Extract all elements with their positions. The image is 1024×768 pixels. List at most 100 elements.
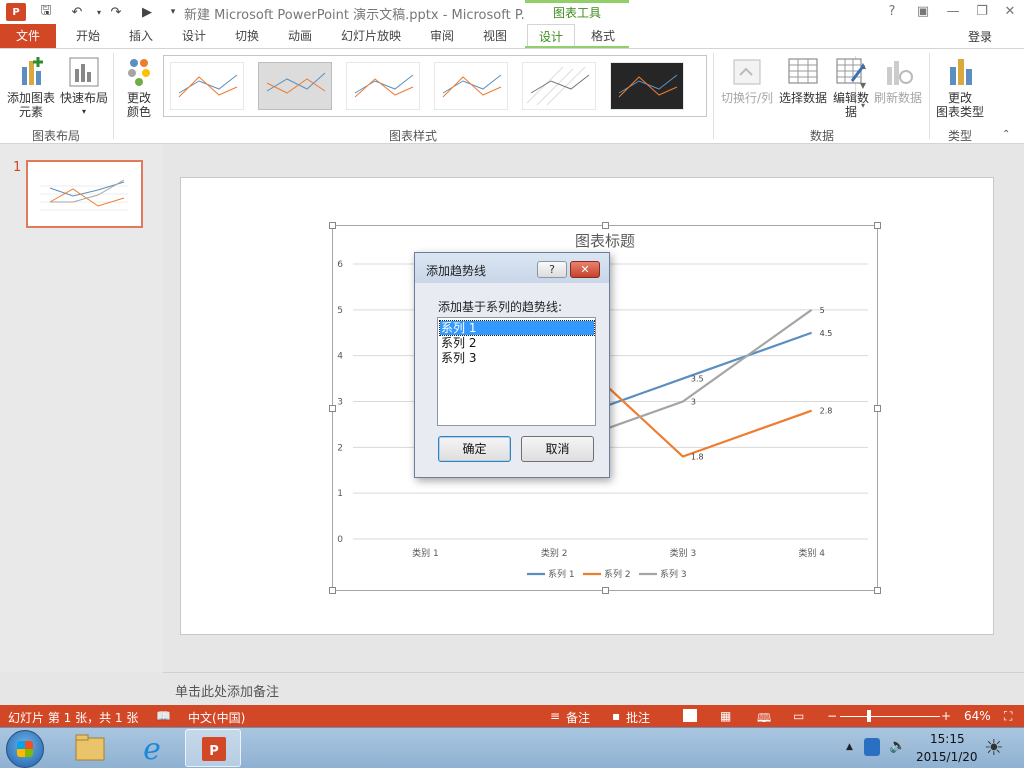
chart-style-2[interactable] <box>258 62 332 110</box>
tab-transitions[interactable]: 切换 <box>225 24 269 48</box>
tab-animations[interactable]: 动画 <box>278 24 322 48</box>
help-icon[interactable]: ? <box>880 2 904 22</box>
series-list-item[interactable]: 系列 3 <box>440 351 594 365</box>
powerpoint-taskbar-icon[interactable]: P <box>185 729 241 767</box>
normal-view-icon[interactable] <box>683 709 697 722</box>
volume-icon[interactable]: 🔊 <box>889 738 906 754</box>
add-chart-element-button[interactable]: 添加图表 元素 <box>4 55 58 119</box>
change-colors-button[interactable]: 更改 颜色 <box>118 55 160 119</box>
notes-pane[interactable]: 单击此处添加备注 <box>163 672 1024 705</box>
clock-time[interactable]: 15:15 <box>930 732 965 746</box>
ribbon-display-options-icon[interactable]: ▣ <box>911 2 935 22</box>
tab-design[interactable]: 设计 <box>172 24 216 48</box>
zoom-out-icon[interactable]: − <box>827 709 837 723</box>
resize-handle[interactable] <box>874 405 881 412</box>
internet-explorer-icon[interactable]: e <box>124 729 180 767</box>
quick-layout-dropdown-icon: ▾ <box>81 107 86 116</box>
resize-handle[interactable] <box>329 222 336 229</box>
tab-insert[interactable]: 插入 <box>118 24 164 48</box>
data-label[interactable]: 3 <box>691 398 696 407</box>
security-shield-icon[interactable] <box>864 738 880 756</box>
status-bar: 幻灯片 第 1 张，共 1 张 📖 中文(中国) ≡ 备注 ▪ 批注 ▦ 🕮 ▭… <box>0 705 1024 727</box>
tab-slideshow[interactable]: 幻灯片放映 <box>333 24 409 48</box>
quick-layout-button[interactable]: 快速布局 ▾ <box>58 55 110 119</box>
slide-sorter-icon[interactable]: ▦ <box>720 709 731 723</box>
resize-handle[interactable] <box>602 222 609 229</box>
tab-chart-format[interactable]: 格式 <box>580 24 626 48</box>
language-status[interactable]: 中文(中国) <box>188 709 245 726</box>
collapse-ribbon-icon[interactable]: ⌃ <box>1002 129 1010 140</box>
change-chart-type-label-2: 图表类型 <box>935 105 984 119</box>
show-hidden-icons-icon[interactable]: ▲ <box>846 742 853 752</box>
comments-icon: ▪ <box>612 709 621 723</box>
resize-handle[interactable] <box>874 587 881 594</box>
chart-legend[interactable]: 系列 1 系列 2 系列 3 <box>527 568 687 580</box>
zoom-slider-thumb[interactable] <box>867 710 871 722</box>
switch-row-column-button[interactable]: 切换行/列 <box>718 55 776 105</box>
file-explorer-icon[interactable] <box>62 729 118 767</box>
tab-file[interactable]: 文件 <box>0 24 56 48</box>
minimize-icon[interactable]: — <box>941 2 965 22</box>
start-button[interactable] <box>6 730 44 768</box>
slideshow-view-icon[interactable]: ▭ <box>793 709 804 723</box>
slide-thumbnail[interactable] <box>26 160 143 228</box>
clock-date[interactable]: 2015/1/20 <box>916 750 978 764</box>
data-label[interactable]: 3.5 <box>691 375 704 384</box>
x-axis: 类别 1 类别 2 类别 3 类别 4 <box>412 547 825 559</box>
change-chart-type-button[interactable]: 更改 图表类型 <box>934 55 986 119</box>
undo-icon[interactable]: ↶ <box>66 2 88 22</box>
brightness-icon[interactable]: ☀ <box>984 736 1004 761</box>
series-list-item[interactable]: 系列 1 <box>439 320 595 336</box>
data-label[interactable]: 2.8 <box>820 407 833 416</box>
restore-icon[interactable]: ❐ <box>970 2 994 22</box>
zoom-level[interactable]: 64% <box>964 709 991 723</box>
edit-data-button[interactable]: 编辑数 据 <box>830 55 872 119</box>
title-bar: P 🖫 ↶ ▾ ↷ ▶ ▾ 新建 Microsoft PowerPoint 演示… <box>0 0 1024 24</box>
fit-slide-icon[interactable]: ⛶ <box>1004 709 1012 724</box>
dialog-close-icon[interactable]: ✕ <box>570 261 600 278</box>
data-label[interactable]: 5 <box>820 306 825 315</box>
legend-entry[interactable]: 系列 1 <box>548 568 575 580</box>
notes-toggle-button[interactable]: 备注 <box>566 709 590 726</box>
legend-entry[interactable]: 系列 3 <box>660 568 687 580</box>
data-label[interactable]: 4.5 <box>820 329 833 338</box>
save-icon[interactable]: 🖫 <box>35 2 57 22</box>
resize-handle[interactable] <box>329 587 336 594</box>
comments-button[interactable]: 批注 <box>626 709 650 726</box>
cancel-button[interactable]: 取消 <box>521 436 594 462</box>
resize-handle[interactable] <box>329 405 336 412</box>
tab-chart-design[interactable]: 设计 <box>527 24 575 48</box>
chart-style-5[interactable] <box>522 62 596 110</box>
sign-in-link[interactable]: 登录 <box>968 28 992 45</box>
spell-check-icon[interactable]: 📖 <box>156 709 171 723</box>
series-listbox[interactable]: 系列 1 系列 2 系列 3 <box>437 317 596 426</box>
start-from-beginning-icon[interactable]: ▶ <box>136 2 158 22</box>
chart-style-4[interactable] <box>434 62 508 110</box>
tab-home[interactable]: 开始 <box>66 24 110 48</box>
tab-review[interactable]: 审阅 <box>420 24 464 48</box>
resize-handle[interactable] <box>602 587 609 594</box>
ok-button[interactable]: 确定 <box>438 436 511 462</box>
close-icon[interactable]: ✕ <box>998 2 1022 22</box>
chart-style-1[interactable] <box>170 62 244 110</box>
dialog-title-bar[interactable]: 添加趋势线 ? ✕ <box>415 253 609 283</box>
chart-style-6[interactable] <box>610 62 684 110</box>
zoom-in-icon[interactable]: + <box>941 709 951 723</box>
refresh-data-button[interactable]: 刷新数据 <box>872 55 924 105</box>
redo-icon[interactable]: ↷ <box>105 2 127 22</box>
dialog-help-icon[interactable]: ? <box>537 261 567 278</box>
chart-style-3[interactable] <box>346 62 420 110</box>
legend-entry[interactable]: 系列 2 <box>604 568 631 580</box>
data-label[interactable]: 1.8 <box>691 453 704 462</box>
zoom-slider[interactable] <box>840 716 940 717</box>
series-list-item[interactable]: 系列 2 <box>440 336 594 350</box>
tab-view[interactable]: 视图 <box>473 24 517 48</box>
chart-title[interactable]: 图表标题 <box>575 232 635 250</box>
select-data-button[interactable]: 选择数据 <box>778 55 828 105</box>
customize-toolbar-icon[interactable]: ▾ <box>162 2 184 22</box>
ribbon-tabs: 文件 开始 插入 设计 切换 动画 幻灯片放映 审阅 视图 设计 格式 登录 <box>0 24 1024 72</box>
slide-number: 1 <box>13 160 22 175</box>
resize-handle[interactable] <box>874 222 881 229</box>
ribbon-separator <box>713 53 714 139</box>
slides-panel: 1 <box>0 144 163 672</box>
